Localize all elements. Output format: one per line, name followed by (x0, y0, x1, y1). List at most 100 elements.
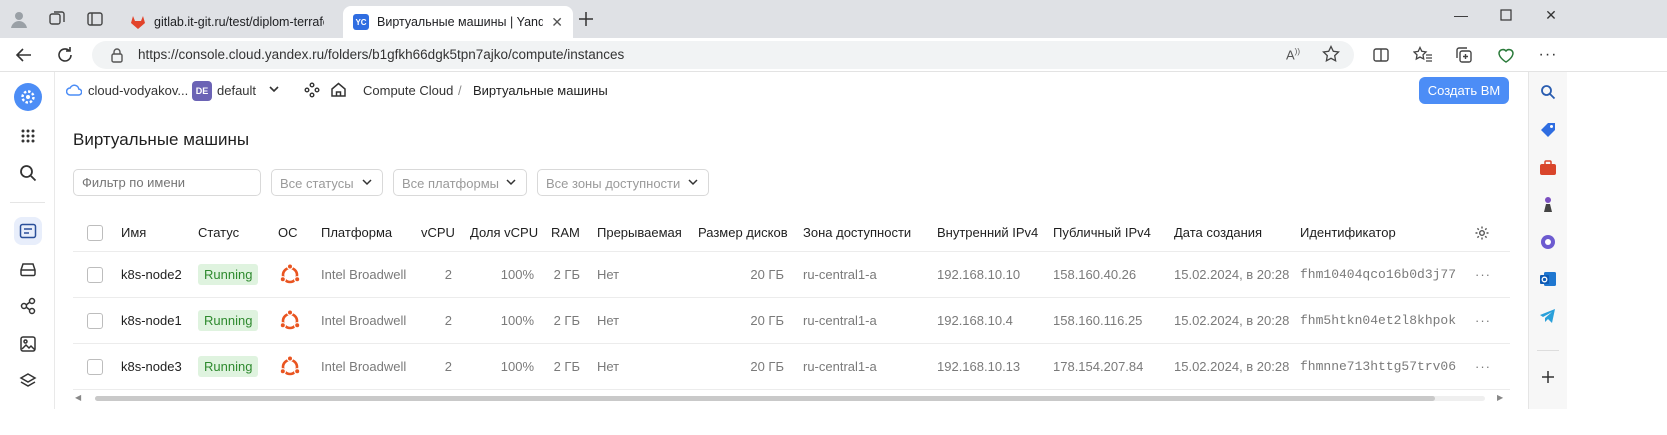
close-window-icon[interactable]: ✕ (1531, 4, 1571, 26)
telegram-icon[interactable] (1538, 306, 1558, 326)
scroll-thumb[interactable] (95, 396, 1435, 401)
select-all-checkbox[interactable] (87, 214, 103, 251)
table-row[interactable]: k8s-node2 Running Intel Broadwell 2 100%… (73, 252, 1510, 298)
create-vm-button[interactable]: Создать ВМ (1419, 77, 1509, 104)
search-icon[interactable] (1538, 82, 1558, 102)
page-title: Виртуальные машины (73, 130, 250, 149)
instance-groups-icon[interactable] (14, 292, 42, 320)
tab-gitlab[interactable]: gitlab.it-git.ru/test/diplom-terrafo (120, 6, 342, 38)
row-actions-icon[interactable]: ··· (1475, 344, 1491, 389)
minimize-icon[interactable]: — (1441, 4, 1481, 26)
layers-icon[interactable] (14, 367, 42, 395)
column-header-created[interactable]: Дата создания (1174, 214, 1262, 251)
public-ip: 158.160.40.26 (1053, 267, 1137, 282)
add-icon[interactable] (1538, 367, 1558, 387)
row-checkbox[interactable] (87, 298, 103, 343)
games-chess-icon[interactable] (1538, 195, 1558, 215)
vm-name[interactable]: k8s-node3 (121, 344, 182, 389)
copilot-icon[interactable] (1538, 232, 1558, 252)
lock-icon[interactable] (110, 47, 124, 66)
column-header-disk-size[interactable]: Размер дисков (698, 214, 788, 251)
platform: Intel Broadwell (321, 359, 407, 374)
favorites-icon[interactable] (1411, 44, 1435, 66)
vm-name[interactable]: k8s-node1 (121, 298, 182, 343)
column-header-vcpu-share[interactable]: Доля vCPU (470, 214, 538, 251)
column-header-ram[interactable]: RAM (551, 214, 580, 251)
virtual-machines-icon[interactable] (14, 217, 42, 245)
ram: 2 ГБ (553, 313, 580, 328)
profile-icon[interactable] (8, 8, 30, 30)
breadcrumb-service[interactable]: Compute Cloud (363, 83, 453, 98)
vm-name[interactable]: k8s-node2 (121, 252, 182, 297)
workspaces-icon[interactable] (46, 8, 68, 30)
folder-name[interactable]: default (217, 83, 256, 98)
resource-graph-icon[interactable] (304, 82, 320, 101)
collections-icon[interactable] (1452, 44, 1476, 66)
tools-briefcase-icon[interactable] (1538, 158, 1558, 178)
status-filter-select[interactable]: Все статусы (271, 169, 383, 196)
zone: ru-central1-a (803, 359, 877, 374)
cloud-icon (65, 84, 83, 99)
more-menu-icon[interactable]: ··· (1536, 44, 1560, 66)
chevron-down-icon (505, 176, 517, 191)
column-header-name[interactable]: Имя (121, 214, 146, 251)
all-services-icon[interactable] (14, 122, 42, 150)
column-header-vcpu[interactable]: vCPU (421, 214, 455, 251)
disks-icon[interactable] (14, 255, 42, 283)
shopping-tag-icon[interactable] (1538, 120, 1558, 140)
column-header-status[interactable]: Статус (198, 214, 239, 251)
close-tab-icon[interactable]: ✕ (551, 14, 563, 31)
back-icon[interactable] (12, 44, 36, 66)
column-header-id[interactable]: Идентификатор (1300, 214, 1396, 251)
cloud-name[interactable]: cloud-vodyakov... (88, 83, 188, 98)
row-checkbox[interactable] (87, 344, 103, 389)
internal-ip: 192.168.10.10 (937, 267, 1021, 282)
disk-size: 20 ГБ (750, 313, 784, 328)
scroll-right-icon[interactable]: ▶ (1497, 393, 1503, 402)
tab-title: gitlab.it-git.ru/test/diplom-terrafo (154, 15, 324, 29)
column-header-platform[interactable]: Платформа (321, 214, 392, 251)
split-screen-icon[interactable] (1369, 44, 1393, 66)
column-header-internal-ip[interactable]: Внутренний IPv4 (937, 214, 1038, 251)
column-header-preemptible[interactable]: Прерываемая (597, 214, 682, 251)
row-actions-icon[interactable]: ··· (1475, 298, 1491, 343)
favorite-star-icon[interactable] (1322, 44, 1340, 66)
images-icon[interactable] (14, 330, 42, 358)
horizontal-scrollbar[interactable]: ◀ ▶ (73, 393, 1510, 403)
vcpu: 2 (444, 359, 452, 374)
status-filter-value: Все статусы (280, 176, 354, 191)
home-icon[interactable] (330, 81, 347, 101)
reload-icon[interactable] (53, 44, 77, 66)
table-row[interactable]: k8s-node3 Running Intel Broadwell 2 100%… (73, 344, 1510, 390)
read-aloud-icon[interactable]: A)) (1286, 47, 1300, 62)
chevron-down-icon[interactable] (268, 83, 280, 98)
outlook-icon[interactable] (1538, 269, 1558, 289)
new-tab-button[interactable] (575, 8, 597, 30)
tab-yandex-cloud[interactable]: YC Виртуальные машины | Yandex Clo ✕ (343, 6, 573, 38)
vm-id: fhm10404qco16b0d3j77 (1300, 267, 1457, 282)
column-header-zone[interactable]: Зона доступности (803, 214, 911, 251)
name-filter-input[interactable] (73, 169, 261, 196)
public-ip: 178.154.207.84 (1053, 359, 1144, 374)
zone: ru-central1-a (803, 313, 877, 328)
maximize-icon[interactable] (1486, 4, 1526, 26)
platform-filter-select[interactable]: Все платформы (393, 169, 527, 196)
zone-filter-select[interactable]: Все зоны доступности (537, 169, 709, 196)
row-actions-icon[interactable]: ··· (1475, 252, 1491, 297)
row-checkbox[interactable] (87, 252, 103, 297)
status-badge: Running (198, 344, 259, 389)
tab-actions-icon[interactable] (84, 8, 106, 30)
platform: Intel Broadwell (321, 313, 407, 328)
column-header-public-ip[interactable]: Публичный IPv4 (1053, 214, 1151, 251)
gitlab-icon (130, 14, 146, 30)
ubuntu-icon (278, 344, 302, 389)
search-icon[interactable] (14, 159, 42, 187)
browser-essentials-icon[interactable] (1494, 44, 1518, 66)
edge-sidebar (1528, 72, 1567, 409)
table-row[interactable]: k8s-node1 Running Intel Broadwell 2 100%… (73, 298, 1510, 344)
url-field[interactable]: https://console.cloud.yandex.ru/folders/… (92, 41, 1354, 69)
table-settings-gear-icon[interactable] (1474, 214, 1490, 251)
settings-logo-icon[interactable] (14, 83, 42, 111)
column-header-os[interactable]: ОС (278, 214, 298, 251)
scroll-left-icon[interactable]: ◀ (75, 393, 81, 402)
